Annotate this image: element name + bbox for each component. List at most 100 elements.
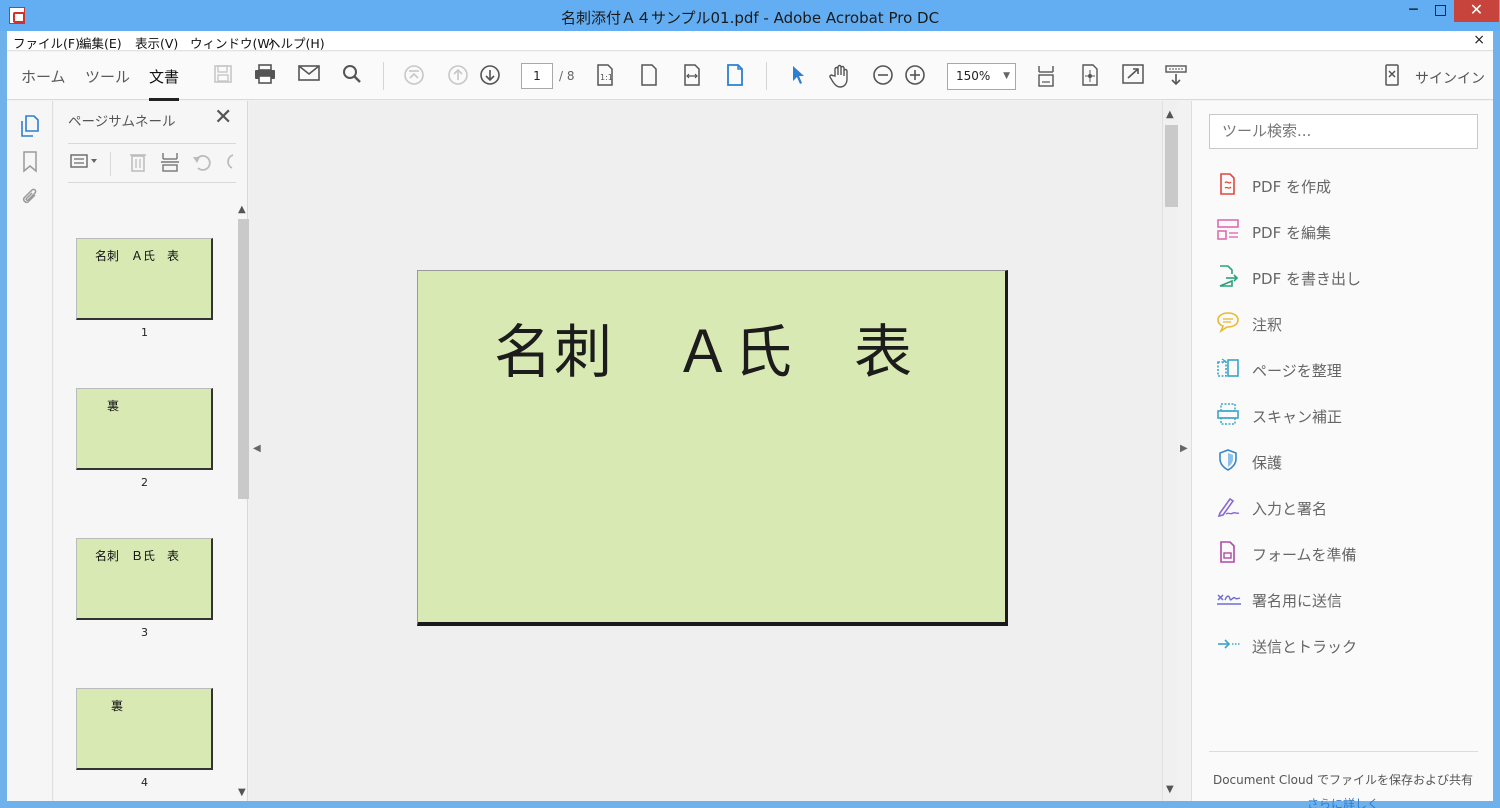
previous-page-icon[interactable] xyxy=(446,64,470,88)
tool-edit-pdf[interactable]: PDF を編集 xyxy=(1216,216,1476,246)
main-toolbar: ホーム ツール 文書 1 / 8 1:1 150% ▼ サインイン xyxy=(7,52,1493,101)
actual-size-icon[interactable]: 1:1 xyxy=(593,64,617,88)
collapse-right-pane-icon[interactable]: ▶ xyxy=(1180,443,1188,454)
read-mode-icon[interactable] xyxy=(1164,64,1188,88)
chevron-down-icon: ▼ xyxy=(1003,71,1010,81)
thumbnail-number: 4 xyxy=(141,776,148,789)
prepare-form-icon xyxy=(1216,541,1240,565)
page-total: / 8 xyxy=(559,69,575,83)
export-pdf-icon xyxy=(1216,265,1240,289)
options-menu-icon[interactable] xyxy=(70,152,100,174)
scroll-down-icon[interactable]: ▼ xyxy=(1166,784,1174,795)
tools-pane-toggle[interactable]: ▶ xyxy=(1178,101,1191,801)
mobile-device-icon[interactable] xyxy=(1380,64,1404,88)
tool-label: PDF を作成 xyxy=(1252,178,1331,196)
thumbnail-page-3[interactable]: 名刺 Ｂ氏 表 xyxy=(76,538,213,620)
save-icon[interactable] xyxy=(211,64,235,88)
page-thumbnails-icon[interactable] xyxy=(18,115,42,139)
zoom-value: 150% xyxy=(956,69,991,83)
bookmark-icon[interactable] xyxy=(18,151,42,175)
tool-send-for-signature[interactable]: 署名用に送信 xyxy=(1216,584,1476,614)
thumbnail-page-2[interactable]: 裏 xyxy=(76,388,213,470)
tool-label: PDF を編集 xyxy=(1252,224,1331,242)
edit-pdf-icon xyxy=(1216,219,1240,243)
thumbnails-scrollbar[interactable]: ▲ ▼ xyxy=(236,204,250,799)
thumbnail-page-4[interactable]: 裏 xyxy=(76,688,213,770)
maximize-button[interactable]: □ xyxy=(1427,0,1454,22)
toolbar-separator xyxy=(383,62,384,90)
close-panel-icon[interactable]: ✕ xyxy=(214,105,232,130)
insert-page-icon[interactable] xyxy=(159,152,181,174)
menu-bar: ファイル(F) 編集(E) 表示(V) ウィンドウ(W) ヘルプ(H) × xyxy=(7,31,1493,51)
search-icon[interactable] xyxy=(340,64,364,88)
thumbnail-text: 名刺 Ａ氏 表 xyxy=(95,249,180,263)
attachment-icon[interactable] xyxy=(18,187,42,211)
next-page-icon[interactable] xyxy=(478,64,502,88)
title-bar: 名刺添付Ａ４サンプル01.pdf - Adobe Acrobat Pro DC … xyxy=(0,0,1500,31)
tool-send-track[interactable]: 送信とトラック xyxy=(1216,630,1476,660)
thumbnail-page-1[interactable]: 名刺 Ａ氏 表 xyxy=(76,238,213,320)
tool-label: PDF を書き出し xyxy=(1252,270,1361,288)
send-track-icon xyxy=(1216,633,1241,657)
zoom-out-icon[interactable] xyxy=(871,64,895,88)
fit-page-icon[interactable] xyxy=(637,64,661,88)
page-number-input[interactable]: 1 xyxy=(521,63,553,89)
email-icon[interactable] xyxy=(297,64,321,88)
scan-icon xyxy=(1216,403,1240,427)
tab-document[interactable]: 文書 xyxy=(149,66,180,101)
sign-in-button[interactable]: サインイン xyxy=(1415,68,1485,88)
tool-export-pdf[interactable]: PDF を書き出し xyxy=(1216,262,1476,292)
scroll-up-icon[interactable]: ▲ xyxy=(238,204,246,215)
scroll-mode-icon[interactable] xyxy=(1034,64,1058,88)
document-scrollbar[interactable]: ▲ ▼ xyxy=(1162,101,1178,801)
rotate-left-icon[interactable] xyxy=(192,152,214,174)
tool-label: 署名用に送信 xyxy=(1252,592,1343,610)
print-icon[interactable] xyxy=(253,64,277,88)
collapse-left-pane-icon[interactable]: ◀ xyxy=(253,443,261,454)
menu-window[interactable]: ウィンドウ(W) xyxy=(190,33,275,52)
document-view[interactable]: ◀ 名刺 Ａ氏 表 xyxy=(249,101,1162,801)
panel-title: ページサムネール xyxy=(68,114,176,130)
tool-prepare-form[interactable]: フォームを準備 xyxy=(1216,538,1476,568)
menu-file[interactable]: ファイル(F) xyxy=(13,33,80,52)
rotate-view-icon[interactable] xyxy=(1078,64,1102,88)
close-document-button[interactable]: × xyxy=(1473,32,1485,48)
hand-tool-icon[interactable] xyxy=(828,64,852,88)
select-cursor-icon[interactable] xyxy=(786,64,810,88)
page-content-text: 名刺 Ａ氏 表 xyxy=(494,318,915,386)
tool-label: 入力と署名 xyxy=(1252,500,1328,518)
rotate-right-icon[interactable] xyxy=(222,152,236,174)
tool-comment[interactable]: 注釈 xyxy=(1216,308,1476,338)
tool-fill-sign[interactable]: 入力と署名 xyxy=(1216,492,1476,522)
learn-more-link[interactable]: さらに詳しく xyxy=(1192,795,1494,808)
zoom-level-select[interactable]: 150% ▼ xyxy=(947,63,1016,90)
menu-view[interactable]: 表示(V) xyxy=(135,33,178,52)
fit-width-icon[interactable] xyxy=(680,64,704,88)
delete-page-icon[interactable] xyxy=(127,152,149,174)
tool-organize-pages[interactable]: ページを整理 xyxy=(1216,354,1476,384)
tool-label: スキャン補正 xyxy=(1252,408,1343,426)
tool-label: 保護 xyxy=(1252,454,1283,472)
minimize-button[interactable]: ─ xyxy=(1400,0,1427,22)
tool-search-input[interactable]: ツール検索... xyxy=(1209,114,1478,149)
organize-pages-icon xyxy=(1216,357,1240,381)
tool-create-pdf[interactable]: PDF を作成 xyxy=(1216,170,1476,200)
scroll-down-icon[interactable]: ▼ xyxy=(238,787,246,798)
scrollbar-thumb[interactable] xyxy=(1165,125,1178,207)
zoom-in-icon[interactable] xyxy=(903,64,927,88)
document-cloud-text: Document Cloud でファイルを保存および共有 xyxy=(1212,773,1474,787)
menu-help[interactable]: ヘルプ(H) xyxy=(268,33,325,52)
menu-edit[interactable]: 編集(E) xyxy=(79,33,122,52)
tool-scan-enhance[interactable]: スキャン補正 xyxy=(1216,400,1476,430)
close-window-button[interactable]: ✕ xyxy=(1454,0,1499,22)
tool-protect[interactable]: 保護 xyxy=(1216,446,1476,476)
thumbnail-toolbar xyxy=(68,143,236,183)
tab-home[interactable]: ホーム xyxy=(21,66,66,87)
first-page-icon[interactable] xyxy=(402,64,426,88)
single-page-icon[interactable] xyxy=(723,64,747,88)
tab-tools[interactable]: ツール xyxy=(85,66,130,87)
send-for-signature-icon xyxy=(1216,587,1241,611)
full-screen-icon[interactable] xyxy=(1121,64,1145,88)
thumbnail-text: 裏 xyxy=(111,699,124,713)
scroll-up-icon[interactable]: ▲ xyxy=(1166,109,1174,120)
